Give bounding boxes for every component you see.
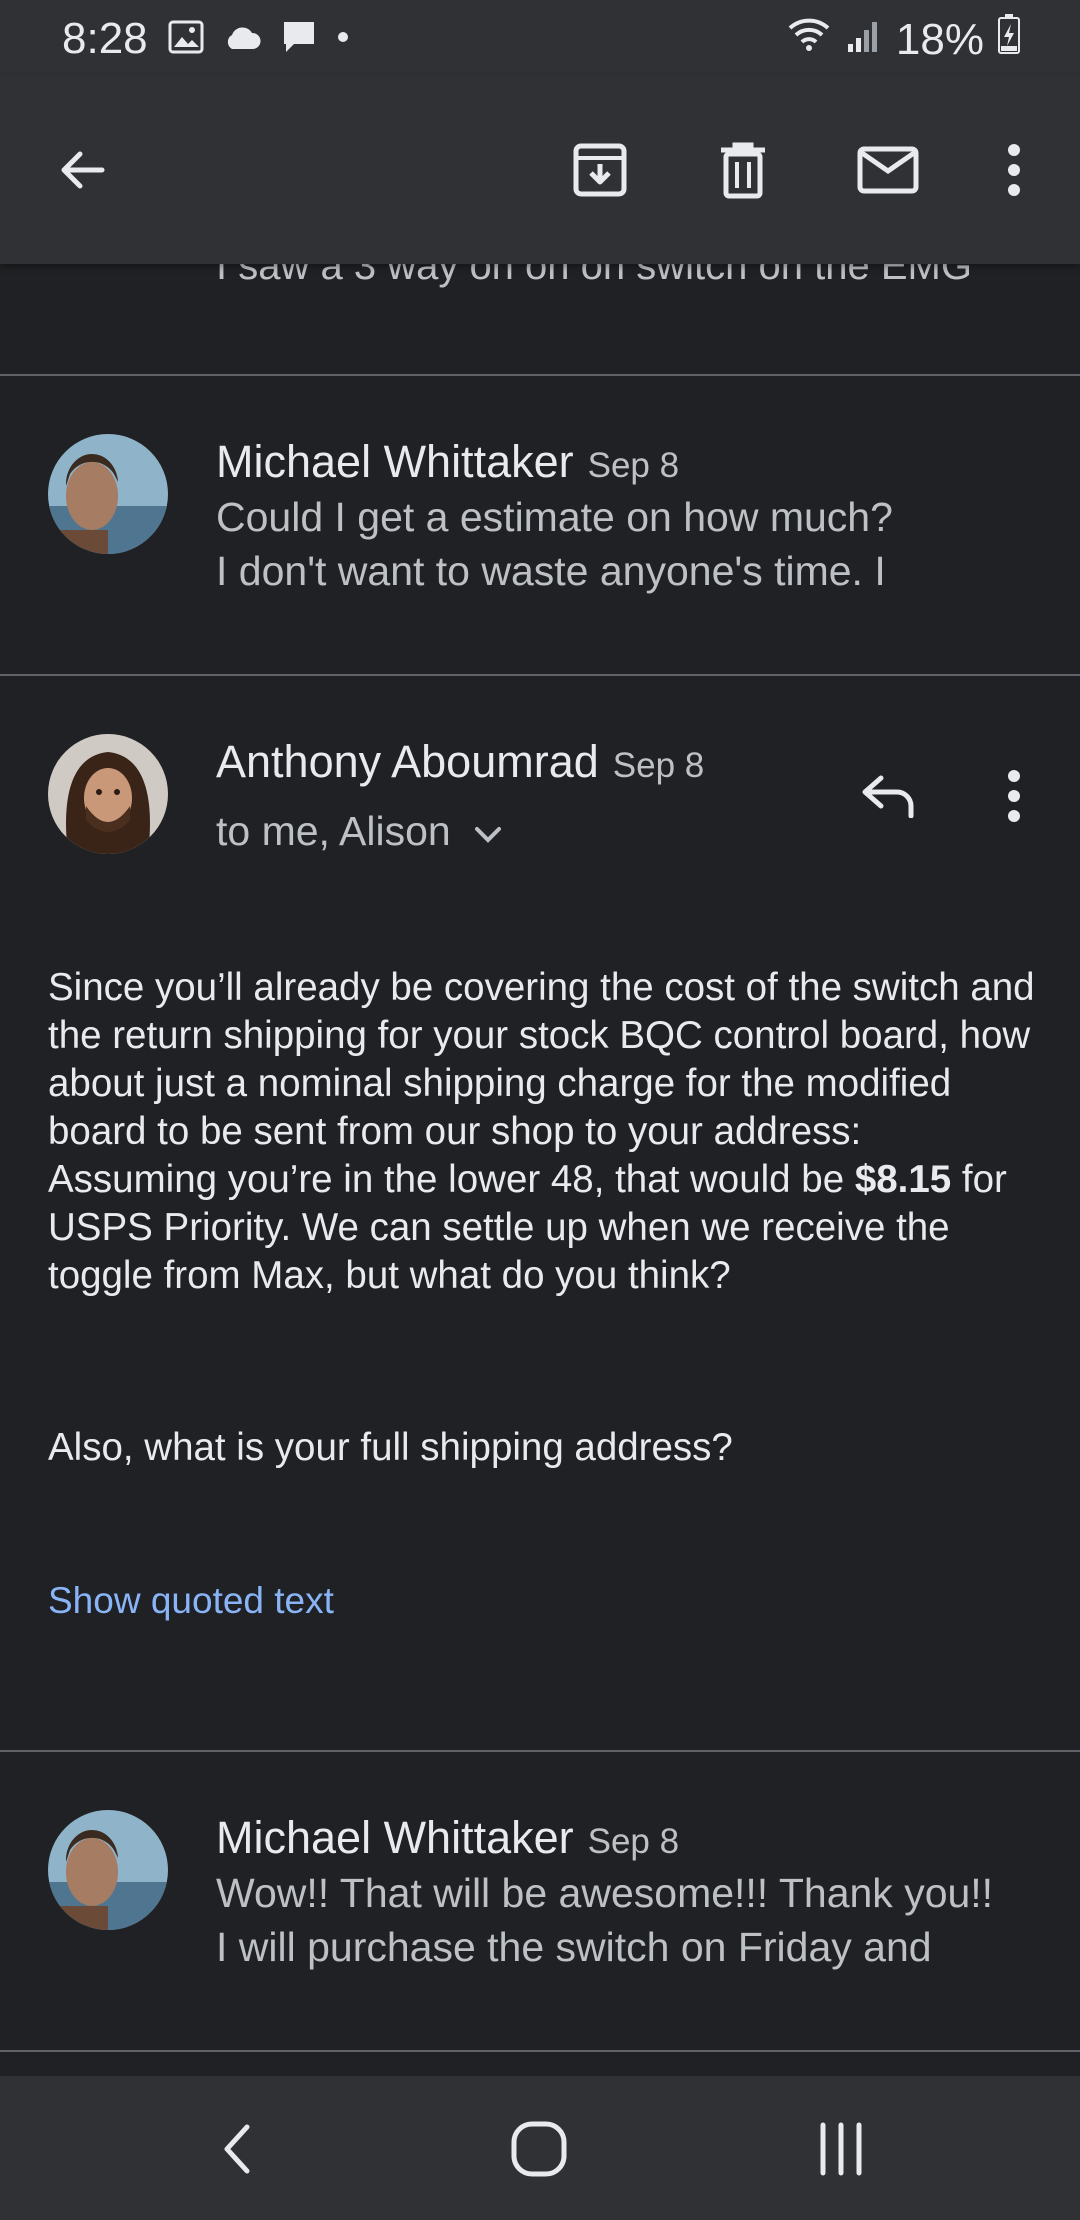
message-date: Sep 8: [587, 446, 680, 485]
image-icon: [168, 20, 204, 59]
archive-icon[interactable]: [564, 134, 636, 206]
avatar[interactable]: [48, 734, 168, 854]
nav-home-icon[interactable]: [504, 2114, 574, 2184]
message-date: Sep 8: [587, 1822, 680, 1861]
back-arrow-icon[interactable]: [46, 134, 118, 206]
message-icon: [280, 18, 318, 61]
thread-content[interactable]: I saw a 3 way on on on switch on the EMG…: [0, 264, 1080, 2076]
battery-text: 18%: [895, 14, 984, 64]
signal-icon: [846, 15, 882, 65]
message-snippet-line: Wow!! That will be awesome!!! Thank you!…: [216, 1870, 994, 1916]
divider: [0, 2050, 1080, 2052]
status-system-icons: 18%: [786, 14, 1020, 65]
message-snippet-line: Could I get a estimate on how much?: [216, 494, 893, 540]
message-snippet-line: I don't want to waste anyone's time. I: [216, 548, 886, 594]
sender-name: Michael Whittaker: [216, 1812, 574, 1863]
status-notification-icons: [168, 18, 350, 61]
divider: [0, 1750, 1080, 1752]
status-time: 8:28: [62, 14, 148, 63]
dot-icon: [336, 30, 350, 49]
mark-unread-icon[interactable]: [852, 134, 924, 206]
message-date: Sep 8: [612, 746, 705, 785]
nav-back-icon[interactable]: [202, 2114, 272, 2184]
avatar[interactable]: [48, 1810, 168, 1930]
battery-charging-icon: [998, 14, 1020, 65]
message-body-paragraph: Since you’ll already be covering the cos…: [48, 964, 1038, 1300]
delete-icon[interactable]: [707, 134, 779, 206]
divider: [0, 374, 1080, 376]
nav-recents-icon[interactable]: [806, 2114, 876, 2184]
more-vert-icon[interactable]: [978, 134, 1050, 206]
recipients-toggle[interactable]: to me, Alison: [216, 808, 503, 855]
status-bar: 8:28 18%: [0, 0, 1080, 76]
chevron-down-icon: [473, 808, 503, 855]
show-quoted-text-link[interactable]: Show quoted text: [48, 1580, 334, 1622]
avatar[interactable]: [48, 434, 168, 554]
wifi-icon: [786, 14, 832, 65]
app-bar: [0, 76, 1080, 264]
divider: [0, 674, 1080, 676]
system-nav-bar: [0, 2076, 1080, 2220]
sender-name: Michael Whittaker: [216, 436, 574, 487]
sender-line: Michael Whittaker Sep 8: [216, 1812, 679, 1864]
message-body-paragraph: Also, what is your full shipping address…: [48, 1426, 733, 1469]
recipients-text: to me, Alison: [216, 808, 451, 854]
collapsed-message-snippet[interactable]: I saw a 3 way on on on switch on the EMG: [216, 264, 972, 289]
message-snippet-line: I will purchase the switch on Friday and: [216, 1924, 932, 1970]
message-more-icon[interactable]: [978, 760, 1050, 832]
cloud-icon: [222, 23, 262, 56]
price-text: $8.15: [854, 1158, 952, 1201]
sender-line: Michael Whittaker Sep 8: [216, 436, 679, 488]
reply-icon[interactable]: [852, 760, 924, 832]
sender-line: Anthony Aboumrad Sep 8: [216, 736, 704, 788]
sender-name: Anthony Aboumrad: [216, 736, 599, 787]
